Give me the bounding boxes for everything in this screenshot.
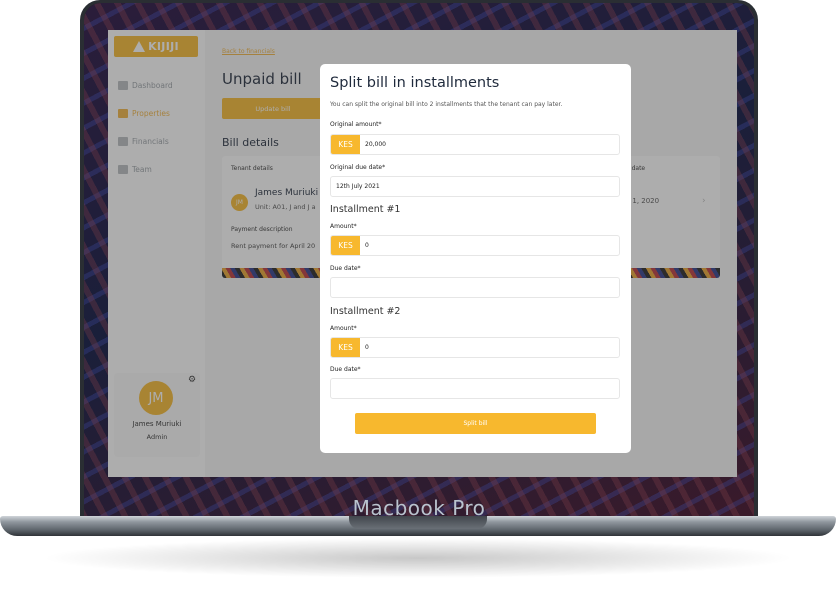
installment-2-amount-label: Amount* <box>330 325 357 332</box>
app-screen: KIJIJI Dashboard Properties Financials T… <box>108 30 737 477</box>
currency-prefix: KES <box>331 236 360 255</box>
modal-title: Split bill in installments <box>330 75 500 91</box>
installment-1-amount-value: 0 <box>365 242 369 249</box>
original-due-date-label: Original due date* <box>330 164 386 171</box>
installment-1-amount-label: Amount* <box>330 223 357 230</box>
original-due-date-field[interactable]: 12th July 2021 <box>330 176 620 197</box>
currency-prefix: KES <box>331 338 360 357</box>
installment-2-due-date-label: Due date* <box>330 366 361 373</box>
installment-1-due-date-label: Due date* <box>330 265 361 272</box>
installment-1-amount-field[interactable]: KES 0 <box>330 235 620 256</box>
split-bill-modal: Split bill in installments You can split… <box>320 64 631 453</box>
original-amount-label: Original amount* <box>330 121 382 128</box>
installment-2-amount-field[interactable]: KES 0 <box>330 337 620 358</box>
laptop-notch <box>349 516 487 529</box>
installment-1-title: Installment #1 <box>330 204 401 215</box>
split-bill-button[interactable]: Split bill <box>355 413 596 434</box>
installment-2-due-date-field[interactable] <box>330 378 620 399</box>
modal-subtitle: You can split the original bill into 2 i… <box>330 101 563 108</box>
currency-prefix: KES <box>331 135 360 154</box>
installment-2-title: Installment #2 <box>330 306 401 317</box>
installment-2-amount-value: 0 <box>365 344 369 351</box>
laptop-mockup: Macbook Pro KIJIJI Dashboard Properties … <box>0 0 836 597</box>
laptop-shadow <box>40 538 796 578</box>
installment-1-due-date-field[interactable] <box>330 277 620 298</box>
original-due-date-value: 12th July 2021 <box>336 183 380 190</box>
original-amount-field[interactable]: KES 20,000 <box>330 134 620 155</box>
original-amount-value: 20,000 <box>365 141 386 148</box>
